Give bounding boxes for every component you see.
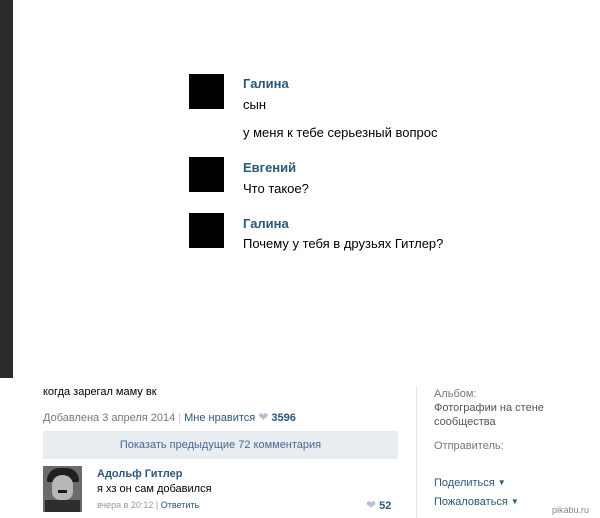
- message-text: у меня к тебе серьезный вопрос: [243, 125, 438, 140]
- left-edge-bar: [0, 0, 13, 378]
- message-author[interactable]: Евгений: [243, 160, 296, 175]
- report-button[interactable]: Пожаловаться ▼: [434, 496, 519, 508]
- avatar-evgeniy: [189, 157, 224, 192]
- comment-author[interactable]: Адольф Гитлер: [97, 468, 182, 480]
- message-text: сын: [243, 97, 267, 112]
- meta-separator: |: [178, 412, 182, 424]
- avatar-galina: [189, 74, 224, 109]
- post-date: Добавлена 3 апреля 2014: [43, 412, 176, 424]
- album-label: Альбом:: [434, 388, 477, 400]
- caret-down-icon: ▼: [510, 497, 519, 506]
- avatar-face: [52, 475, 73, 500]
- vertical-divider: [416, 386, 417, 518]
- post-caption: когда зарегал маму вк: [43, 386, 157, 398]
- avatar-body: [45, 500, 80, 512]
- show-previous-comments-button[interactable]: Показать предыдущие 72 комментария: [43, 431, 398, 459]
- heart-icon[interactable]: ❤: [366, 498, 376, 512]
- comment-time[interactable]: вчера в 20:12: [97, 500, 153, 510]
- post-like-count: 3596: [271, 412, 296, 424]
- heart-icon[interactable]: ❤: [258, 410, 268, 424]
- comment-text: я хз он сам добавился: [97, 483, 212, 495]
- watermark: pikabu.ru: [552, 505, 590, 515]
- comment-like-count: 52: [379, 500, 392, 512]
- message-text: Что такое?: [243, 181, 309, 196]
- share-button[interactable]: Поделиться ▼: [434, 477, 506, 489]
- commenter-avatar[interactable]: [43, 466, 82, 512]
- sender-label: Отправитель:: [434, 440, 504, 452]
- album-name[interactable]: Фотографии на стене: [434, 402, 544, 414]
- avatar-mustache: [58, 490, 67, 493]
- comment-likes[interactable]: ❤ 52: [366, 498, 391, 512]
- caret-down-icon: ▼: [497, 478, 506, 487]
- meta-separator: |: [155, 500, 159, 510]
- message-author[interactable]: Галина: [243, 216, 289, 231]
- like-link[interactable]: Мне нравится: [184, 412, 255, 424]
- report-label: Пожаловаться: [434, 496, 508, 508]
- reply-link[interactable]: Ответить: [161, 500, 199, 510]
- avatar-galina: [189, 213, 224, 248]
- album-name[interactable]: сообщества: [434, 416, 496, 428]
- message-author[interactable]: Галина: [243, 76, 289, 91]
- post-meta: Добавлена 3 апреля 2014 | Мне нравится ❤ 3…: [43, 410, 296, 424]
- share-label: Поделиться: [434, 477, 495, 489]
- message-text: Почему у тебя в друзьях Гитлер?: [243, 236, 444, 251]
- comment-meta: вчера в 20:12 | Ответить: [97, 500, 199, 510]
